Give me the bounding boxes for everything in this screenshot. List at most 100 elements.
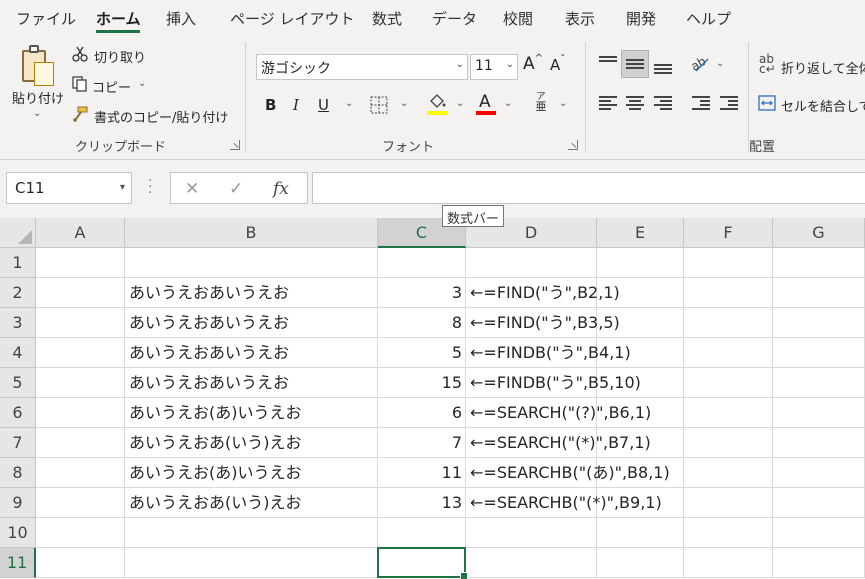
cell-d8[interactable]: ←=SEARCHB("(あ)",B8,1) (466, 458, 670, 488)
row-header-8[interactable]: 8 (0, 458, 36, 488)
cell-a11[interactable] (36, 548, 125, 578)
cell-e7[interactable] (597, 428, 684, 458)
chevron-down-icon[interactable]: ⌄ (716, 58, 724, 69)
cell-e9[interactable] (597, 488, 684, 518)
row-header-11[interactable]: 11 (0, 548, 36, 578)
cell-e2[interactable] (597, 278, 684, 308)
cell-b9[interactable]: あいうえおあ(いう)えお (125, 488, 378, 518)
cell-e6[interactable] (597, 398, 684, 428)
cell-g7[interactable] (773, 428, 865, 458)
cell-e4[interactable] (597, 338, 684, 368)
font-size-select[interactable]: 11 ⌄ (470, 54, 518, 80)
cell-b6[interactable]: あいうえお(あ)いうえお (125, 398, 378, 428)
cell-f4[interactable] (684, 338, 773, 368)
cell-d11[interactable] (466, 548, 597, 578)
cell-a3[interactable] (36, 308, 125, 338)
cell-b11[interactable] (125, 548, 378, 578)
cell-c9[interactable]: 13 (378, 488, 466, 518)
cell-d7[interactable]: ←=SEARCH("(*)",B7,1) (466, 428, 651, 458)
cell-e1[interactable] (597, 248, 684, 278)
chevron-down-icon[interactable]: ⌄ (456, 98, 464, 109)
column-header-e[interactable]: E (597, 218, 684, 248)
italic-button[interactable]: I (293, 96, 299, 114)
cell-c4[interactable]: 5 (378, 338, 466, 368)
cell-f2[interactable] (684, 278, 773, 308)
cell-c5[interactable]: 15 (378, 368, 466, 398)
cell-f7[interactable] (684, 428, 773, 458)
tab-page-layout[interactable]: ページ レイアウト (230, 8, 354, 29)
font-launcher-icon[interactable] (568, 140, 578, 150)
clipboard-launcher-icon[interactable] (230, 140, 240, 150)
increase-indent-icon[interactable] (720, 96, 738, 110)
cell-c6[interactable]: 6 (378, 398, 466, 428)
cell-g1[interactable] (773, 248, 865, 278)
borders-icon[interactable] (370, 96, 388, 114)
cell-g5[interactable] (773, 368, 865, 398)
tab-home[interactable]: ホーム (96, 8, 141, 29)
column-header-a[interactable]: A (36, 218, 125, 248)
phonetic-button[interactable]: ア 亜 (534, 92, 548, 112)
cell-a2[interactable] (36, 278, 125, 308)
cell-a10[interactable] (36, 518, 125, 548)
insert-function-icon[interactable]: fx (273, 179, 289, 199)
tab-view[interactable]: 表示 (565, 8, 595, 29)
enter-icon[interactable]: ✓ (229, 179, 243, 199)
cell-g6[interactable] (773, 398, 865, 428)
cell-c3[interactable]: 8 (378, 308, 466, 338)
cell-b4[interactable]: あいうえおあいうえお (125, 338, 378, 368)
select-all-button[interactable] (0, 218, 36, 248)
align-left-icon[interactable] (599, 96, 617, 110)
chevron-down-icon[interactable]: ⌄ (400, 98, 408, 109)
cell-f8[interactable] (684, 458, 773, 488)
cell-a4[interactable] (36, 338, 125, 368)
cell-a5[interactable] (36, 368, 125, 398)
cell-g9[interactable] (773, 488, 865, 518)
row-header-4[interactable]: 4 (0, 338, 36, 368)
cell-c8[interactable]: 11 (378, 458, 466, 488)
cell-b3[interactable]: あいうえおあいうえお (125, 308, 378, 338)
cell-a6[interactable] (36, 398, 125, 428)
align-right-icon[interactable] (654, 96, 672, 110)
cell-d6[interactable]: ←=SEARCH("(?)",B6,1) (466, 398, 651, 428)
font-name-select[interactable]: 游ゴシック ⌄ (256, 54, 468, 80)
tab-developer[interactable]: 開発 (626, 8, 656, 29)
column-header-b[interactable]: B (125, 218, 378, 248)
cell-f11[interactable] (684, 548, 773, 578)
cell-b5[interactable]: あいうえおあいうえお (125, 368, 378, 398)
row-header-6[interactable]: 6 (0, 398, 36, 428)
row-header-3[interactable]: 3 (0, 308, 36, 338)
column-header-f[interactable]: F (684, 218, 773, 248)
cell-b10[interactable] (125, 518, 378, 548)
decrease-indent-icon[interactable] (692, 96, 710, 110)
row-header-5[interactable]: 5 (0, 368, 36, 398)
formula-input[interactable] (312, 172, 865, 204)
cell-c10[interactable] (378, 518, 466, 548)
row-header-7[interactable]: 7 (0, 428, 36, 458)
cell-f9[interactable] (684, 488, 773, 518)
cell-c1[interactable] (378, 248, 466, 278)
tab-formulas[interactable]: 数式 (372, 8, 402, 29)
cell-e10[interactable] (597, 518, 684, 548)
cell-f3[interactable] (684, 308, 773, 338)
cell-f5[interactable] (684, 368, 773, 398)
name-box[interactable]: C11 ▾ (6, 172, 132, 204)
cell-d5[interactable]: ←=FINDB("う",B5,10) (466, 368, 641, 398)
cell-g10[interactable] (773, 518, 865, 548)
cell-g3[interactable] (773, 308, 865, 338)
chevron-down-icon[interactable]: ⌄ (138, 78, 146, 89)
row-header-1[interactable]: 1 (0, 248, 36, 278)
cell-d9[interactable]: ←=SEARCHB("(*)",B9,1) (466, 488, 662, 518)
cell-f6[interactable] (684, 398, 773, 428)
shrink-font-button[interactable]: Aˇ (550, 54, 565, 74)
row-header-10[interactable]: 10 (0, 518, 36, 548)
cell-d4[interactable]: ←=FINDB("う",B4,1) (466, 338, 631, 368)
align-middle-icon[interactable] (626, 57, 644, 71)
cell-d1[interactable] (466, 248, 597, 278)
chevron-down-icon[interactable]: ⌄ (504, 98, 512, 109)
cell-d3[interactable]: ←=FIND("う",B3,5) (466, 308, 620, 338)
align-top-icon[interactable] (599, 56, 617, 70)
underline-button[interactable]: U (318, 96, 329, 114)
tab-file[interactable]: ファイル (16, 8, 76, 29)
cell-a8[interactable] (36, 458, 125, 488)
cell-e11[interactable] (597, 548, 684, 578)
